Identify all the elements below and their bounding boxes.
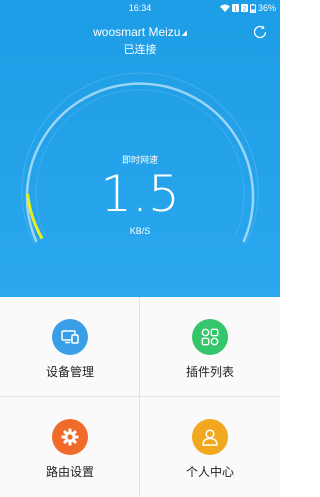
speed-unit: KB/S (129, 226, 151, 236)
speed-panel: woosmart Meizu◢ 已连接 即时网速 1.5 KB/S (0, 18, 280, 297)
refresh-icon[interactable] (252, 24, 268, 40)
menu-icon-circle (192, 419, 228, 455)
status-icons: 1 2 36% (219, 3, 276, 13)
status-bar: 16:34 1 2 36% (0, 0, 280, 18)
menu-item-personal-center[interactable]: 个人中心 (140, 397, 280, 497)
battery-icon (249, 3, 256, 13)
grid-divider-vertical (139, 297, 140, 497)
menu-item-plugin-list[interactable]: 插件列表 (140, 297, 280, 397)
menu-icon-circle (192, 319, 228, 355)
menu-icon-circle (52, 319, 88, 355)
wifi-icon (219, 4, 230, 12)
menu-item-router-settings[interactable]: 路由设置 (0, 397, 140, 497)
menu-grid: 设备管理 插件列表 路由设置 个人中心 (0, 297, 280, 497)
dropdown-caret-icon: ◢ (181, 30, 187, 37)
menu-label: 设备管理 (45, 365, 94, 379)
connection-status: 已连接 (123, 43, 157, 56)
menu-label: 个人中心 (185, 465, 234, 479)
devices-icon (61, 330, 79, 344)
ssid-name: woosmart Meizu (93, 25, 181, 39)
network-selector[interactable]: woosmart Meizu◢ (0, 25, 280, 39)
signal-2-icon: 2 (240, 4, 248, 12)
plugins-icon (201, 328, 219, 346)
menu-item-device-management[interactable]: 设备管理 (0, 297, 140, 397)
menu-icon-circle (52, 419, 88, 455)
settings-gear-icon (61, 428, 79, 446)
grid-divider-horizontal (0, 396, 280, 397)
user-icon (202, 429, 218, 446)
speed-value: 1.5 (100, 165, 180, 223)
battery-percent: 36% (257, 3, 276, 13)
menu-label: 路由设置 (45, 465, 94, 479)
menu-label: 插件列表 (185, 365, 234, 379)
signal-1-icon: 1 (231, 4, 239, 12)
